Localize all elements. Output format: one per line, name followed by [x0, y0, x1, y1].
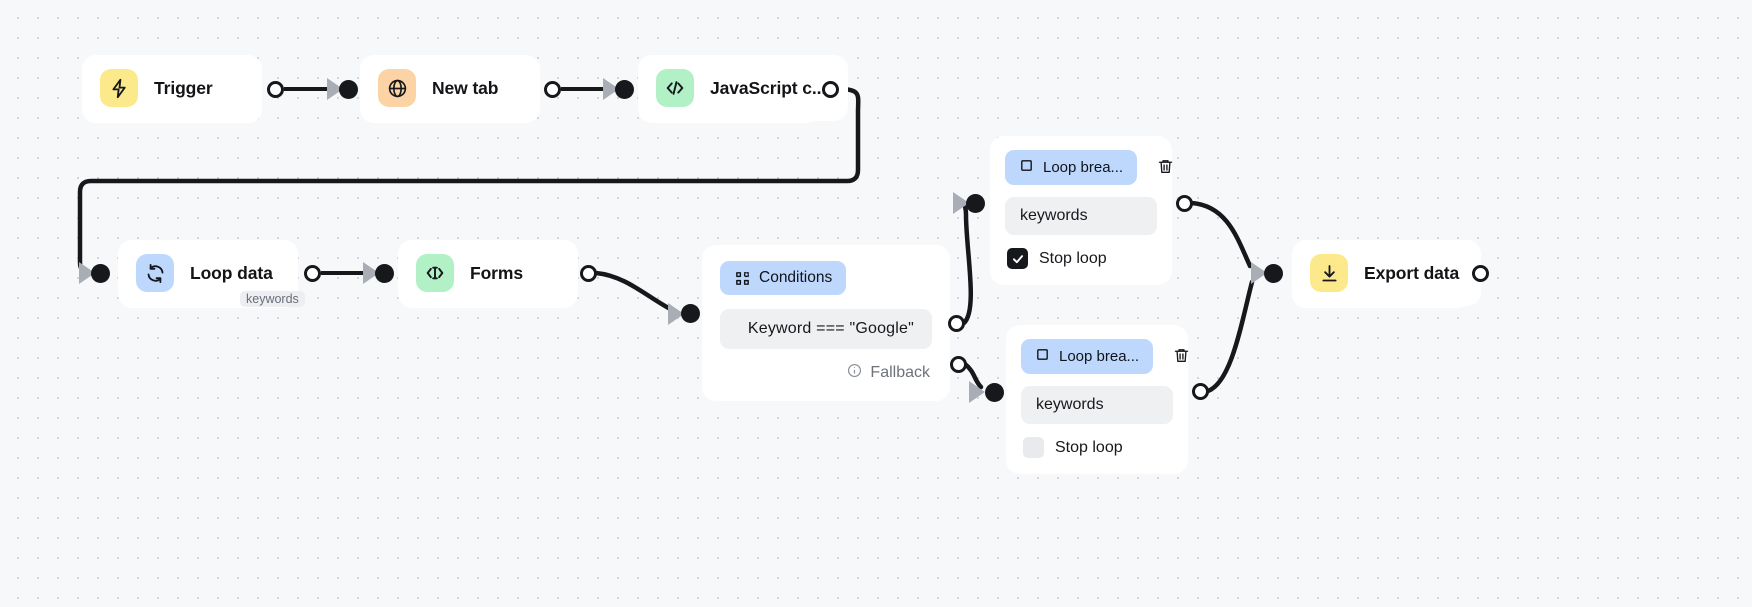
info-icon: [847, 363, 862, 383]
loop-break-top-chip-label: Loop brea...: [1043, 159, 1124, 176]
square-icon: [1019, 158, 1034, 177]
edge-conditions-loopbreak-top: [959, 198, 974, 326]
trash-icon: [1173, 347, 1190, 367]
port-in-export[interactable]: [1264, 264, 1283, 283]
node-javascript-code[interactable]: JavaScript c...: [638, 55, 849, 121]
edge-loopbreak-bottom-export: [1205, 279, 1255, 394]
loop-break-bottom-header: Loop brea...: [1021, 339, 1189, 374]
loop-data-keywords-badge: keywords: [240, 291, 305, 307]
condition-row[interactable]: Keyword === "Google": [720, 309, 932, 349]
node-javascript-code-label: JavaScript c...: [710, 77, 827, 98]
loop-break-bottom-chip[interactable]: Loop brea...: [1021, 339, 1154, 374]
port-in-conditions[interactable]: [681, 304, 700, 323]
loop-break-top-header: Loop brea...: [1005, 150, 1173, 185]
node-export-data[interactable]: Export data: [1292, 240, 1482, 306]
edge-loopbreak-top-export: [1189, 200, 1253, 269]
edge-forms-conditions: [593, 270, 681, 316]
conditions-panel[interactable]: Conditions Keyword === "Google" Fallback: [702, 245, 950, 401]
loop-break-bottom-stop-loop-row[interactable]: Stop loop: [1021, 437, 1173, 458]
port-in-loopbreak-bottom[interactable]: [985, 383, 1004, 402]
node-loop-data-label: Loop data: [190, 262, 273, 283]
arrow-in-loopbreak-bottom: [969, 381, 985, 403]
fallback-label: Fallback: [870, 364, 930, 381]
port-out-newtab[interactable]: [544, 81, 561, 98]
loop-break-top-keyword-field[interactable]: keywords: [1005, 197, 1157, 235]
code-brackets-icon: [656, 69, 694, 107]
node-export-data-label: Export data: [1364, 262, 1460, 283]
loop-break-top-stop-loop-row[interactable]: Stop loop: [1005, 248, 1157, 269]
loop-break-bottom-stop-loop-checkbox[interactable]: [1023, 437, 1044, 458]
port-in-javascript[interactable]: [615, 80, 634, 99]
square-icon: [1035, 347, 1050, 366]
port-out-trigger[interactable]: [267, 81, 284, 98]
form-cursor-icon: [416, 254, 454, 292]
port-out-export[interactable]: [1472, 265, 1489, 282]
port-in-newtab[interactable]: [339, 80, 358, 99]
conditions-chip-label: Conditions: [759, 269, 833, 286]
port-out-loopbreak-top[interactable]: [1176, 195, 1193, 212]
loop-break-top-delete-button[interactable]: [1151, 156, 1180, 180]
loop-break-bottom-delete-button[interactable]: [1167, 345, 1196, 369]
port-out-conditions-true[interactable]: [948, 315, 965, 332]
node-trigger[interactable]: Trigger: [82, 55, 235, 121]
node-new-tab-label: New tab: [432, 77, 499, 98]
lightning-bolt-icon: [100, 69, 138, 107]
loop-break-top-stop-loop-checkbox[interactable]: [1007, 248, 1028, 269]
node-forms[interactable]: Forms: [398, 240, 545, 306]
port-in-loopdata[interactable]: [91, 264, 110, 283]
port-in-forms[interactable]: [375, 264, 394, 283]
loop-break-panel-bottom[interactable]: Loop brea... keywords Stop loop: [1006, 325, 1189, 474]
loop-break-bottom-chip-label: Loop brea...: [1059, 348, 1140, 365]
port-out-loopdata[interactable]: [304, 265, 321, 282]
fallback-row[interactable]: Fallback: [720, 363, 932, 383]
refresh-loop-icon: [136, 254, 174, 292]
port-out-javascript[interactable]: [822, 81, 839, 98]
port-out-forms[interactable]: [580, 265, 597, 282]
download-icon: [1310, 254, 1348, 292]
loop-break-panel-top[interactable]: Loop brea... keywords Stop loop: [990, 136, 1173, 285]
port-out-conditions-fallback[interactable]: [950, 356, 967, 373]
loop-break-bottom-keyword-field[interactable]: keywords: [1021, 386, 1173, 424]
loop-break-top-stop-loop-label: Stop loop: [1039, 249, 1107, 267]
globe-icon: [378, 69, 416, 107]
loop-break-top-chip[interactable]: Loop brea...: [1005, 150, 1138, 185]
node-new-tab[interactable]: New tab: [360, 55, 521, 121]
workflow-canvas[interactable]: Trigger New tab JavaScript c... Loop dat…: [0, 0, 1752, 607]
conditions-chip[interactable]: Conditions: [720, 261, 847, 295]
trash-icon: [1157, 158, 1174, 178]
node-forms-label: Forms: [470, 262, 523, 283]
port-in-loopbreak-top[interactable]: [966, 194, 985, 213]
port-out-loopbreak-bottom[interactable]: [1192, 383, 1209, 400]
loop-break-bottom-stop-loop-label: Stop loop: [1055, 438, 1123, 456]
node-trigger-label: Trigger: [154, 77, 213, 98]
branch-icon: [734, 270, 751, 287]
